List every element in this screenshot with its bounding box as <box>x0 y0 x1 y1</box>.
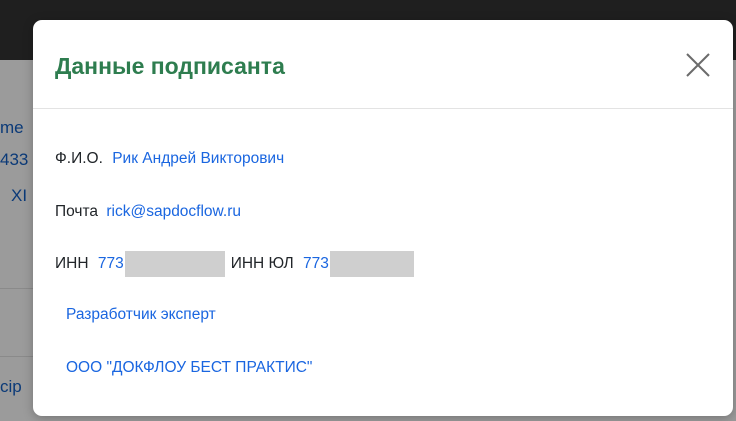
inn-ul-value: 773 <box>303 255 329 273</box>
email-row: Почта rick@sapdocflow.ru <box>55 203 241 221</box>
fio-value: Рик Андрей Викторович <box>112 150 285 167</box>
position-link[interactable]: Разработчик эксперт <box>66 306 216 324</box>
close-icon <box>686 53 710 77</box>
background-divider <box>0 288 33 289</box>
inn-label: ИНН <box>55 255 89 273</box>
inn-value: 773 <box>97 255 124 273</box>
background-divider <box>0 356 33 357</box>
inn-redaction <box>124 251 225 277</box>
inn-ul-label: ИНН ЮЛ <box>230 255 294 273</box>
inn-ul-redaction <box>329 251 414 277</box>
signer-details-dialog: Данные подписанта Ф.И.О. Рик Андрей Викт… <box>33 20 733 416</box>
background-text-fragment: cip <box>0 377 22 396</box>
close-button[interactable] <box>683 50 713 80</box>
fio-label: Ф.И.О. <box>55 150 103 167</box>
background-text-fragment: me <box>0 118 24 137</box>
email-value: rick@sapdocflow.ru <box>106 203 241 220</box>
dialog-header: Данные подписанта <box>33 20 733 109</box>
dialog-title: Данные подписанта <box>55 53 285 79</box>
background-text-fragment: 433 <box>0 150 29 169</box>
fio-row: Ф.И.О. Рик Андрей Викторович <box>55 150 284 168</box>
inn-row: ИНН 773 ИНН ЮЛ 773 <box>55 251 420 277</box>
background-text-fragment: XI <box>11 186 28 205</box>
company-link[interactable]: ООО "ДОКФЛОУ БЕСТ ПРАКТИС" <box>66 359 312 377</box>
email-label: Почта <box>55 203 99 220</box>
